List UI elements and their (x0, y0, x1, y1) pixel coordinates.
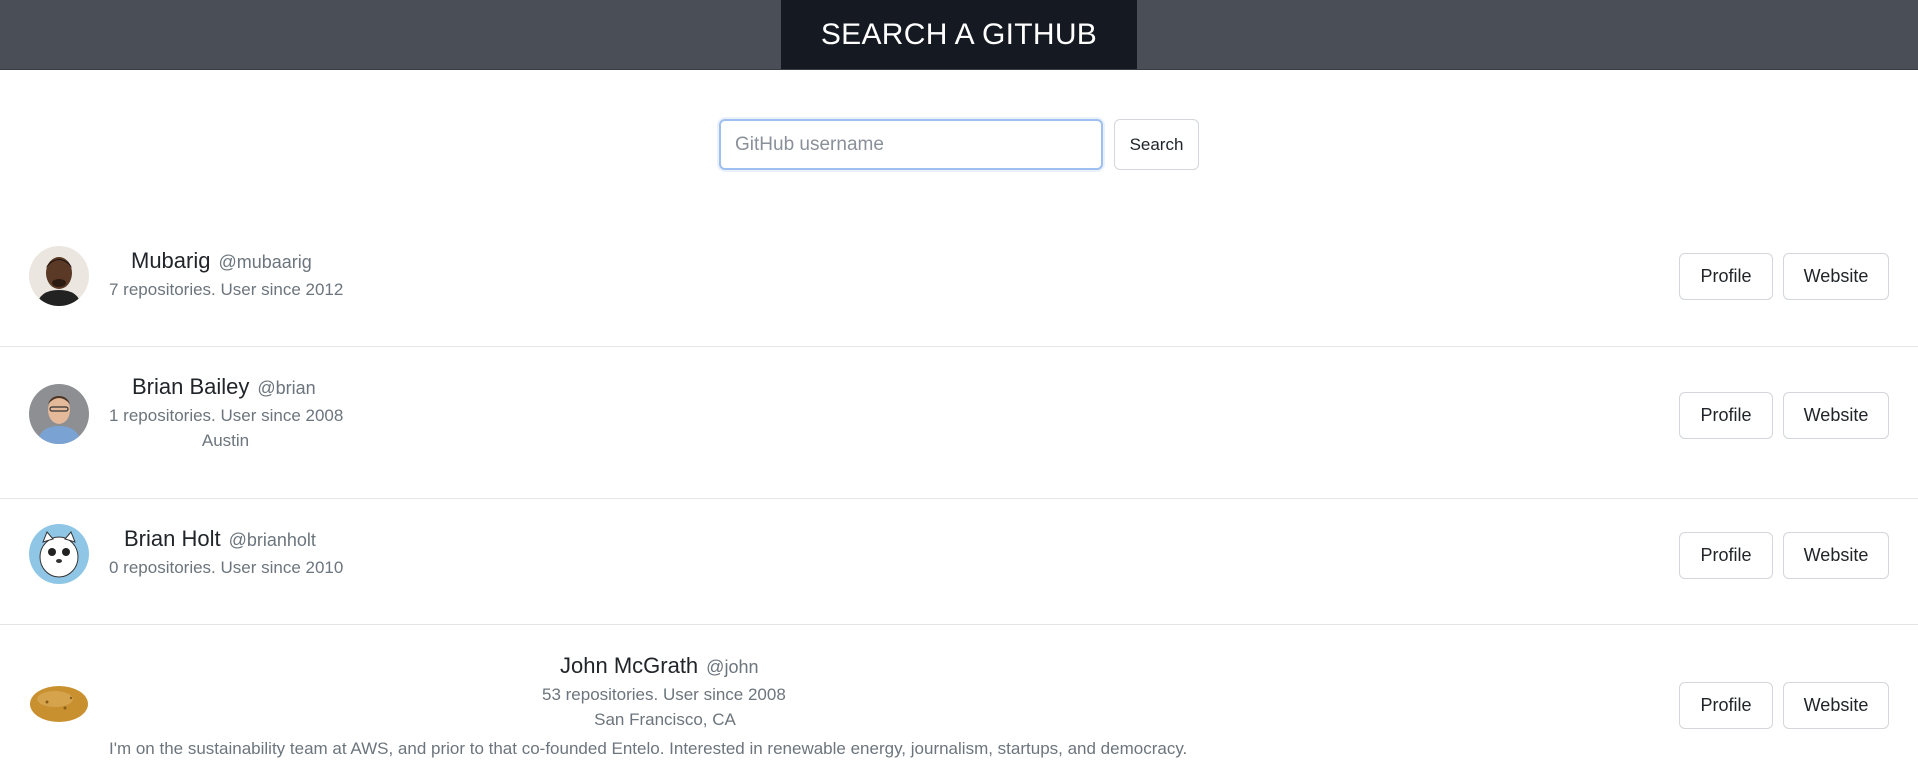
user-name: John McGrath (560, 653, 699, 678)
user-name: Mubarig (131, 248, 211, 273)
user-bio: I'm on the sustainability team at AWS, a… (109, 739, 1188, 758)
website-button[interactable]: Website (1783, 532, 1889, 579)
user-login: @mubaarig (218, 252, 312, 272)
user-row: John McGrath @john 53 repositories. User … (0, 625, 1918, 779)
website-button[interactable]: Website (1783, 392, 1889, 439)
user-name-line: John McGrath @john (560, 653, 758, 679)
user-row: Brian Holt @brianholt 0 repositories. Use… (0, 499, 1918, 625)
user-name-line: Mubarig @mubaarig (131, 248, 312, 274)
search-input[interactable] (719, 119, 1103, 170)
user-name-line: Brian Bailey @brian (132, 374, 316, 400)
user-login: @brianholt (228, 530, 316, 550)
website-button[interactable]: Website (1783, 682, 1889, 729)
top-bar: SEARCH A GITHUB USER (0, 0, 1918, 120)
page-title: SEARCH A GITHUB USER (781, 0, 1137, 120)
avatar (29, 674, 89, 734)
user-location: San Francisco, CA (594, 710, 736, 729)
website-button[interactable]: Website (1783, 253, 1889, 300)
search-button[interactable]: Search (1114, 119, 1199, 170)
user-stats: 1 repositories. User since 2008 (109, 406, 344, 425)
user-location: Austin (201, 431, 250, 450)
profile-button[interactable]: Profile (1679, 392, 1773, 439)
profile-button[interactable]: Profile (1679, 682, 1773, 729)
user-stats: 7 repositories. User since 2012 (109, 280, 344, 299)
avatar (29, 246, 89, 306)
profile-button[interactable]: Profile (1679, 532, 1773, 579)
user-stats: 0 repositories. User since 2010 (109, 558, 344, 577)
user-name: Brian Holt (124, 526, 221, 551)
user-row: Mubarig @mubaarig 7 repositories. User si… (0, 220, 1918, 347)
user-login: @brian (257, 378, 316, 398)
user-name: Brian Bailey (132, 374, 250, 399)
profile-button[interactable]: Profile (1679, 253, 1773, 300)
user-row: Brian Bailey @brian 1 repositories. User … (0, 347, 1918, 499)
avatar (29, 524, 89, 584)
user-login: @john (706, 657, 759, 677)
avatar (29, 384, 89, 444)
user-stats: 53 repositories. User since 2008 (542, 685, 786, 704)
user-name-line: Brian Holt @brianholt (124, 526, 316, 552)
